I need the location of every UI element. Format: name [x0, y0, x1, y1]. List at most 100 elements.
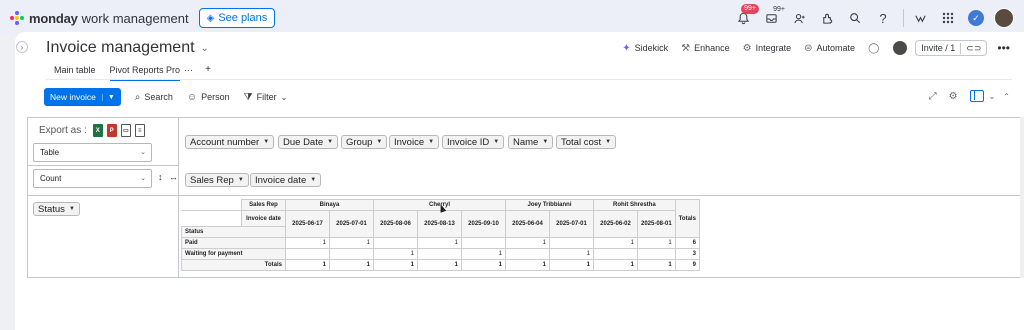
excel-export-icon[interactable]: X	[92, 124, 103, 137]
count-cell: 1	[373, 248, 418, 260]
integrate-label: Integrate	[755, 43, 792, 53]
column-total-cell: 1	[593, 259, 638, 271]
row-field-header: Status	[181, 226, 286, 238]
count-cell: 1	[285, 237, 330, 249]
field-invoice-date[interactable]: Invoice date ▼	[250, 173, 322, 187]
field-name[interactable]: Name ▼	[508, 135, 554, 149]
invite-members-icon[interactable]	[787, 6, 811, 30]
search-button[interactable]: ⌕ Search	[135, 92, 173, 103]
expand-sidebar-icon[interactable]: ›	[16, 41, 28, 53]
bell-icon[interactable]: 99+	[731, 4, 759, 30]
column-total-cell: 1	[285, 259, 330, 271]
enhance-button[interactable]: ⚒ Enhance	[681, 43, 730, 54]
chevron-down-icon[interactable]: ⌄	[989, 92, 996, 101]
count-cell: 1	[593, 237, 638, 249]
invite-button[interactable]: Invite / 1 ⊂⊃	[915, 40, 988, 56]
sparkle-icon: ✦	[622, 42, 631, 54]
triangle-down-icon: ▼	[263, 139, 270, 145]
more-options-icon[interactable]: •••	[997, 41, 1010, 55]
field-invoice-id[interactable]: Invoice ID ▼	[442, 135, 505, 149]
chevron-down-icon: ⌄	[200, 42, 209, 54]
help-icon[interactable]: ?	[871, 6, 895, 30]
png-export-icon[interactable]: ▭	[120, 124, 131, 137]
field-sales-rep[interactable]: Sales Rep ▼	[185, 173, 249, 187]
fullscreen-icon[interactable]: ⤢	[929, 91, 937, 102]
inbox-icon[interactable]: 99+	[759, 6, 785, 30]
automate-button[interactable]: ⊜ Automate	[804, 43, 855, 54]
logo[interactable]: monday work management	[10, 11, 189, 26]
field-due-date[interactable]: Due Date ▼	[278, 135, 339, 149]
field-status[interactable]: Status ▼	[33, 202, 80, 216]
monday-logo-icon	[10, 11, 24, 25]
field-label: Status	[38, 203, 65, 215]
sales-rep-header: Binaya	[285, 199, 374, 211]
collapse-up-icon[interactable]: ⌃	[1003, 92, 1010, 101]
pdf-export-icon[interactable]: P	[106, 124, 117, 137]
count-cell: 1	[329, 237, 374, 249]
col-order-icon[interactable]: ↔	[169, 172, 178, 182]
aggregator-select[interactable]: Count ⌄	[33, 169, 152, 188]
tabs-divider	[46, 79, 1012, 80]
search-icon: ⌕	[134, 91, 141, 103]
field-account-number[interactable]: Account number ▼	[185, 135, 275, 149]
table-row: Waiting for payment 1 1 1 3	[181, 248, 700, 260]
row-order-icon[interactable]: ↕	[158, 172, 163, 182]
person-icon: ☺	[186, 91, 198, 103]
count-cell: 1	[549, 248, 594, 260]
totals-header: Totals	[674, 199, 700, 238]
person-filter-button[interactable]: ☺ Person	[187, 92, 230, 103]
sidekick-label: Sidekick	[634, 43, 669, 53]
count-cell	[549, 237, 594, 249]
filter-button[interactable]: ⧩ Filter ⌄	[244, 92, 292, 103]
field-label: Invoice date	[255, 174, 307, 186]
board-title[interactable]: Invoice management ⌄	[46, 39, 209, 57]
column-total-cell: 1	[417, 259, 462, 271]
field-total-cost[interactable]: Total cost ▼	[556, 135, 617, 149]
corner-cell	[181, 210, 242, 227]
count-cell	[505, 248, 550, 260]
workspace-app-icon[interactable]: ✓	[964, 6, 988, 30]
see-plans-button[interactable]: ◈ See plans	[198, 8, 276, 28]
comments-icon[interactable]: ◯	[868, 43, 883, 54]
count-cell: 1	[417, 237, 462, 249]
field-label: Due Date	[283, 136, 324, 148]
sidekick-button[interactable]: ✦ Sidekick	[622, 43, 668, 54]
count-cell	[637, 248, 676, 260]
invoice-date-header: 2025-08-06	[373, 210, 418, 238]
logo-subtitle: work management	[81, 10, 189, 26]
new-invoice-button[interactable]: New invoice ▼	[44, 88, 121, 106]
chat-bubble-icon: ◯	[868, 42, 880, 54]
column-total-cell: 1	[505, 259, 550, 271]
invite-label: Invite / 1	[921, 43, 956, 53]
filter-icon: ⧩	[243, 91, 253, 103]
field-label: Invoice	[394, 136, 425, 148]
renderer-select[interactable]: Table ⌄	[33, 143, 152, 162]
board-member-avatar[interactable]	[893, 41, 908, 55]
status-label: Paid	[181, 237, 286, 249]
search-label: Search	[144, 92, 173, 102]
sales-rep-header: Rohit Shrestha	[593, 199, 676, 211]
app-grid-icon[interactable]	[936, 6, 960, 30]
integrate-icon: ⚙	[742, 42, 752, 54]
view-tools: ⤢ ⚙ ⌄ ⌃	[917, 90, 1010, 102]
field-invoice[interactable]: Invoice ▼	[389, 135, 440, 149]
integrate-button[interactable]: ⚙ Integrate	[743, 43, 792, 54]
count-cell	[461, 237, 506, 249]
search-icon[interactable]	[843, 6, 867, 30]
user-avatar[interactable]	[992, 6, 1016, 30]
csv-export-icon[interactable]: ≡	[134, 124, 145, 137]
apps-icon[interactable]	[815, 6, 839, 30]
top-icons: 99+ 99+ ? ✓	[727, 0, 1016, 36]
field-group[interactable]: Group ▼	[341, 135, 388, 149]
logo-name: monday	[29, 10, 78, 26]
triangle-down-icon: ▼	[376, 139, 383, 145]
chevron-down-icon[interactable]: ▼	[101, 93, 115, 101]
link-icon[interactable]: ⊂⊃	[960, 42, 981, 54]
settings-icon[interactable]: ⚙	[949, 91, 958, 102]
integrations-icon[interactable]	[908, 6, 932, 30]
magic-wand-icon: ⚒	[681, 42, 691, 54]
invoice-date-header: 2025-08-13	[417, 210, 462, 238]
field-label: Name	[513, 136, 539, 148]
scrollbar[interactable]	[1020, 117, 1024, 278]
view-layout-icon[interactable]	[969, 90, 984, 102]
